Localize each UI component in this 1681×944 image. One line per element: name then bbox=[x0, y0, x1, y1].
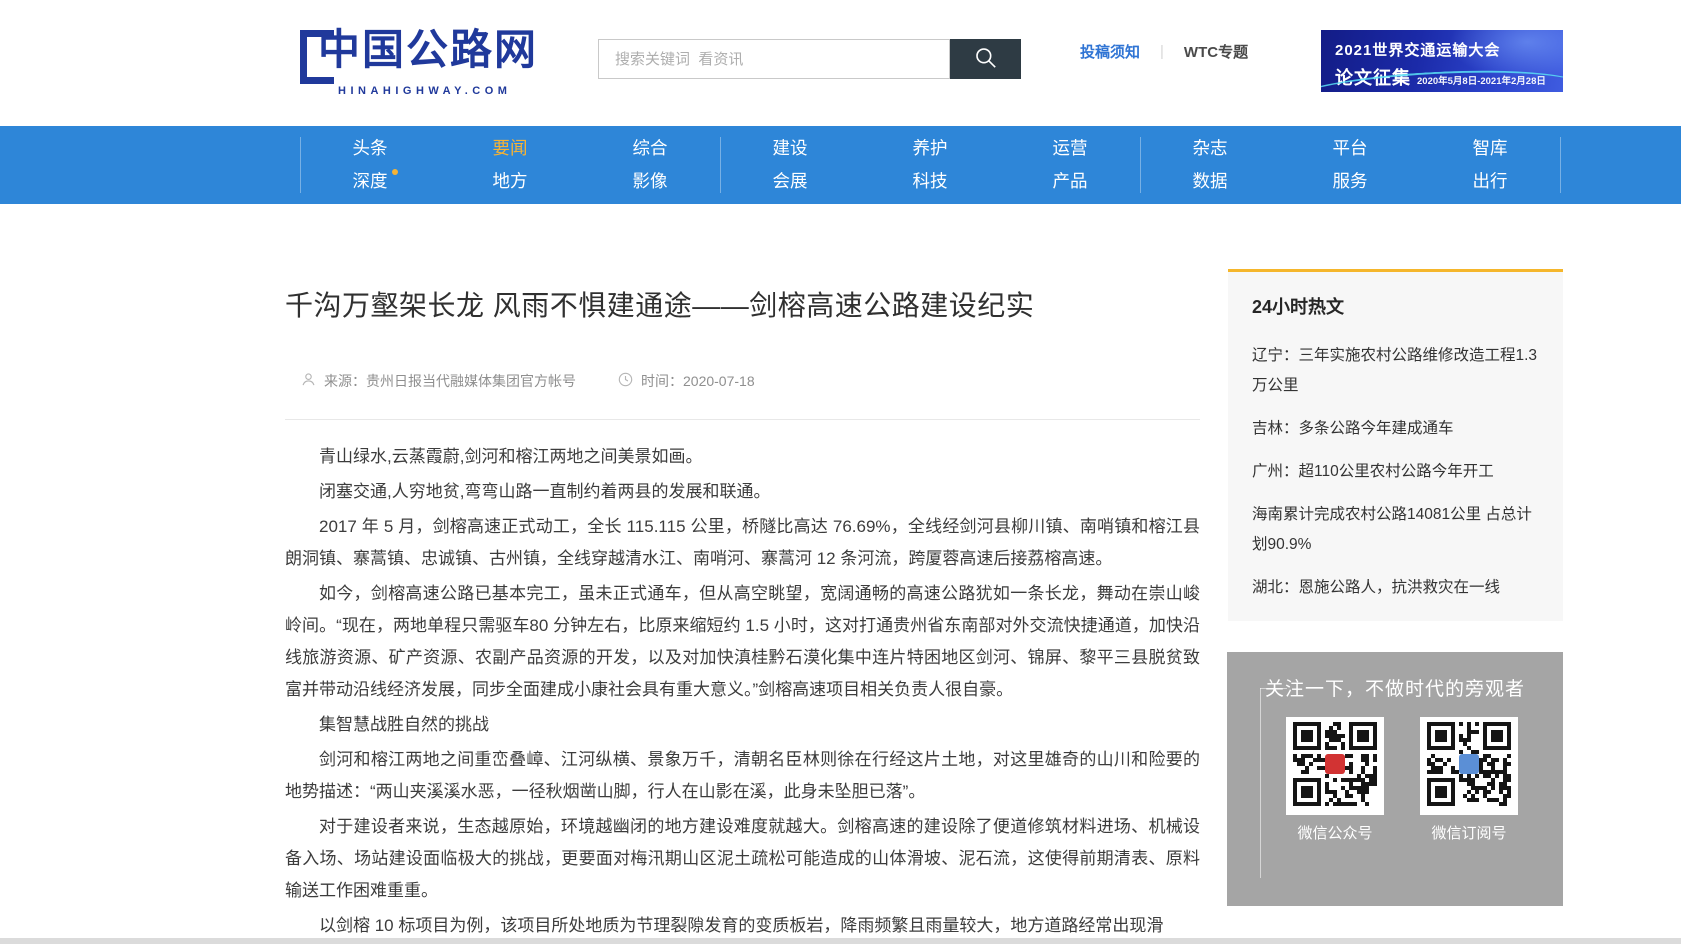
article-paragraph: 对于建设者来说，生态越原始，环境越幽闭的地方建设难度就越大。剑榕高速的建设除了便… bbox=[285, 811, 1200, 907]
main-nav: 头条 深度 要闻 地方 综合 影像 建设 会展 养护 科技 运营 产品 bbox=[0, 126, 1681, 204]
new-indicator-dot bbox=[392, 169, 398, 175]
nav-item[interactable]: 数据 bbox=[1193, 165, 1228, 198]
nav-column: 建设 会展 bbox=[720, 126, 860, 204]
banner-title: 2021世界交通运输大会 bbox=[1335, 39, 1563, 60]
nav-item[interactable]: 头条 bbox=[353, 132, 388, 165]
article-meta: 来源：贵州日报当代融媒体集团官方帐号 时间：2020-07-18 bbox=[285, 371, 1200, 391]
search-input[interactable] bbox=[599, 40, 949, 78]
clock-icon bbox=[618, 372, 633, 390]
article-title: 千沟万壑架长龙 风雨不惧建通途——剑榕高速公路建设纪实 bbox=[285, 289, 1200, 323]
article: 千沟万壑架长龙 风雨不惧建通途——剑榕高速公路建设纪实 来源：贵州日报当代融媒体… bbox=[285, 289, 1200, 944]
nav-item[interactable]: 平台 bbox=[1333, 132, 1368, 165]
nav-column: 运营 产品 bbox=[1000, 126, 1140, 204]
hot-article-link[interactable]: 海南累计完成农村公路14081公里 占总计划90.9% bbox=[1252, 500, 1539, 560]
nav-column: 养护 科技 bbox=[860, 126, 1000, 204]
article-paragraph: 青山绿水,云蒸霞蔚,剑河和榕江两地之间美景如画。 bbox=[285, 441, 1200, 473]
article-divider bbox=[285, 419, 1200, 420]
wtc-special-link[interactable]: WTC专题 bbox=[1184, 41, 1248, 62]
nav-item[interactable]: 会展 bbox=[773, 165, 808, 198]
article-paragraph: 闭塞交通,人穷地贫,弯弯山路一直制约着两县的发展和联通。 bbox=[285, 476, 1200, 508]
site-logo[interactable]: 中国公路网 HINAHIGHWAY.COM bbox=[300, 28, 538, 97]
follow-title: 关注一下，不做时代的旁观者 bbox=[1227, 652, 1563, 701]
banner-dates: 2020年5月8日-2021年2月28日 bbox=[1417, 73, 1546, 87]
nav-column: 平台 服务 bbox=[1280, 126, 1420, 204]
hot-article-link[interactable]: 辽宁：三年实施农村公路维修改造工程1.3万公里 bbox=[1252, 341, 1539, 401]
nav-item[interactable]: 影像 bbox=[633, 165, 668, 198]
qr-code-image bbox=[1286, 717, 1384, 815]
nav-item[interactable]: 科技 bbox=[913, 165, 948, 198]
hot-articles-title: 24小时热文 bbox=[1252, 293, 1539, 319]
nav-item[interactable]: 深度 bbox=[353, 165, 388, 198]
hot-article-link[interactable]: 湖北：恩施公路人，抗洪救灾在一线 bbox=[1252, 573, 1539, 603]
footer-edge bbox=[0, 938, 1681, 944]
bracket-decoration bbox=[1260, 688, 1287, 689]
article-paragraph: 2017 年 5 月，剑榕高速正式动工，全长 115.115 公里，桥隧比高达 … bbox=[285, 511, 1200, 575]
nav-column: 要闻 地方 bbox=[440, 126, 580, 204]
nav-column: 杂志 数据 bbox=[1140, 126, 1280, 204]
link-divider: | bbox=[1160, 43, 1164, 60]
top-header: 中国公路网 HINAHIGHWAY.COM 投稿须知 | WTC专题 2021世… bbox=[0, 0, 1681, 126]
header-links: 投稿须知 | WTC专题 bbox=[1080, 41, 1248, 62]
nav-item[interactable]: 智库 bbox=[1473, 132, 1508, 165]
nav-item[interactable]: 地方 bbox=[493, 165, 528, 198]
bracket-decoration bbox=[1260, 688, 1261, 878]
nav-divider bbox=[300, 137, 301, 193]
article-paragraph: 剑河和榕江两地之间重峦叠嶂、江河纵横、景象万千，清朝名臣林则徐在行经这片土地，对… bbox=[285, 744, 1200, 808]
search-box bbox=[598, 39, 950, 79]
nav-column: 头条 深度 bbox=[300, 126, 440, 204]
conference-banner[interactable]: 2021世界交通运输大会 论文征集 2020年5月8日-2021年2月28日 bbox=[1321, 30, 1563, 92]
nav-item[interactable]: 出行 bbox=[1473, 165, 1508, 198]
nav-item[interactable]: 杂志 bbox=[1193, 132, 1228, 165]
search-icon bbox=[973, 45, 999, 74]
nav-item[interactable]: 养护 bbox=[913, 132, 948, 165]
nav-divider bbox=[1560, 137, 1561, 193]
article-source: 来源：贵州日报当代融媒体集团官方帐号 bbox=[324, 371, 576, 391]
search-button[interactable] bbox=[950, 39, 1021, 79]
qr-code-image bbox=[1420, 717, 1518, 815]
follow-panel: 关注一下，不做时代的旁观者 微信公众号 微信订阅号 bbox=[1227, 652, 1563, 906]
nav-item[interactable]: 建设 bbox=[773, 132, 808, 165]
nav-item-active[interactable]: 要闻 bbox=[493, 132, 528, 165]
nav-item[interactable]: 产品 bbox=[1053, 165, 1088, 198]
nav-column: 智库 出行 bbox=[1420, 126, 1560, 204]
article-paragraph: 如今，剑榕高速公路已基本完工，虽未正式通车，但从高空眺望，宽阔通畅的高速公路犹如… bbox=[285, 578, 1200, 706]
user-icon bbox=[301, 372, 316, 390]
nav-item[interactable]: 服务 bbox=[1333, 165, 1368, 198]
hot-article-link[interactable]: 吉林：多条公路今年建成通车 bbox=[1252, 414, 1539, 444]
logo-brand: 中国公路网 bbox=[318, 28, 538, 72]
submission-guidelines-link[interactable]: 投稿须知 bbox=[1080, 41, 1140, 62]
article-paragraph: 集智慧战胜自然的挑战 bbox=[285, 709, 1200, 741]
article-time: 时间：2020-07-18 bbox=[641, 371, 755, 391]
qr-label: 微信订阅号 bbox=[1420, 822, 1518, 843]
logo-domain: HINAHIGHWAY.COM bbox=[338, 85, 538, 97]
nav-divider bbox=[1140, 137, 1141, 193]
hot-articles-panel: 24小时热文 辽宁：三年实施农村公路维修改造工程1.3万公里 吉林：多条公路今年… bbox=[1228, 269, 1563, 621]
nav-item[interactable]: 综合 bbox=[633, 132, 668, 165]
hot-article-link[interactable]: 广州：超110公里农村公路今年开工 bbox=[1252, 457, 1539, 487]
qr-label: 微信公众号 bbox=[1286, 822, 1384, 843]
nav-divider bbox=[720, 137, 721, 193]
banner-cta: 论文征集 bbox=[1335, 64, 1411, 90]
nav-item[interactable]: 运营 bbox=[1053, 132, 1088, 165]
nav-column: 综合 影像 bbox=[580, 126, 720, 204]
page: 中国公路网 HINAHIGHWAY.COM 投稿须知 | WTC专题 2021世… bbox=[0, 0, 1681, 944]
article-body: 青山绿水,云蒸霞蔚,剑河和榕江两地之间美景如画。 闭塞交通,人穷地贫,弯弯山路一… bbox=[285, 441, 1200, 942]
